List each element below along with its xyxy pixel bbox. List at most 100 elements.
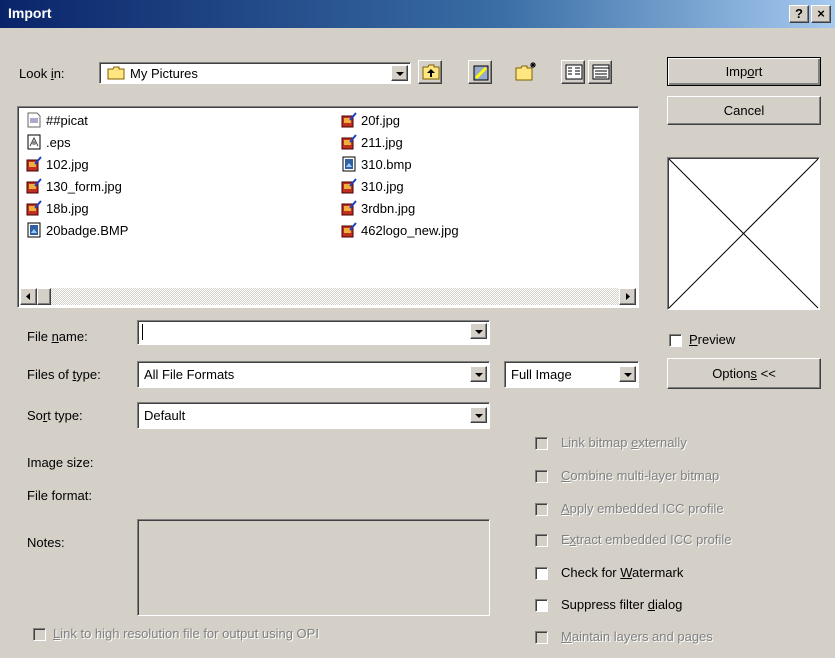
file-column-2: 20f.jpg 211.jpg 310.bmp 310.jpg 3rdbn.jpg 462… <box>341 109 459 241</box>
option-checkbox[interactable] <box>535 437 548 450</box>
cancel-button[interactable]: Cancel <box>667 96 821 125</box>
file-name-label: File name: <box>27 329 88 344</box>
opi-link-label: Link to high resolution file for output … <box>53 626 319 641</box>
file-name: 102.jpg <box>46 156 89 172</box>
file-item[interactable]: 20badge.BMP <box>26 219 128 241</box>
file-item[interactable]: 310.jpg <box>341 175 459 197</box>
up-one-level-button[interactable] <box>418 60 442 84</box>
help-button[interactable]: ? <box>789 5 809 23</box>
file-item[interactable]: 130_form.jpg <box>26 175 128 197</box>
file-item[interactable]: 3rdbn.jpg <box>341 197 459 219</box>
option-label: Suppress filter dialog <box>561 597 683 612</box>
details-view-button[interactable] <box>588 60 612 84</box>
option-checkbox[interactable] <box>535 631 548 644</box>
file-name: 18b.jpg <box>46 200 89 216</box>
file-item[interactable]: 20f.jpg <box>341 109 459 131</box>
file-name: 211.jpg <box>361 134 403 150</box>
sort-type-value: Default <box>144 408 186 423</box>
scroll-right-button[interactable] <box>619 288 636 305</box>
look-in-label: Look in: <box>19 66 65 81</box>
option-label: Apply embedded ICC profile <box>561 501 724 516</box>
option-label: Combine multi-layer bitmap <box>561 468 720 483</box>
import-button[interactable]: Import <box>667 57 821 86</box>
file-item[interactable]: 310.bmp <box>341 153 459 175</box>
file-item[interactable]: 462logo_new.jpg <box>341 219 459 241</box>
up-folder-icon <box>422 64 440 80</box>
option-label: Link bitmap externally <box>561 435 687 450</box>
close-button[interactable]: × <box>811 5 831 23</box>
file-name: ##picat <box>46 112 88 128</box>
option-checkbox[interactable] <box>535 470 548 483</box>
file-name: .eps <box>46 134 71 150</box>
bmp-file-icon <box>341 156 357 172</box>
folder-icon <box>107 66 125 83</box>
chevron-down-icon[interactable] <box>470 366 487 382</box>
no-preview-icon <box>668 158 819 309</box>
chevron-down-icon[interactable] <box>391 65 408 81</box>
files-of-type-label: Files of type: <box>27 367 101 382</box>
jpg-file-icon <box>341 222 357 238</box>
list-view-icon <box>565 64 583 80</box>
file-name: 20f.jpg <box>361 112 401 128</box>
file-item[interactable]: 102.jpg <box>26 153 128 175</box>
options-button[interactable]: Options << <box>667 358 821 389</box>
look-in-value: My Pictures <box>130 66 198 81</box>
chevron-down-icon[interactable] <box>470 323 487 339</box>
file-name: 310.jpg <box>361 178 404 194</box>
files-of-type-dropdown[interactable]: All File Formats <box>137 361 490 388</box>
eps-file-icon <box>26 134 42 150</box>
file-item[interactable]: 211.jpg <box>341 131 459 153</box>
new-folder-icon <box>515 62 536 81</box>
notes-box <box>137 519 490 616</box>
opi-link-checkbox[interactable] <box>33 628 46 641</box>
option-checkbox[interactable] <box>535 534 548 547</box>
option-label: Extract embedded ICC profile <box>561 532 732 547</box>
window-title: Import <box>8 5 52 21</box>
file-name: 3rdbn.jpg <box>361 200 416 216</box>
horizontal-scrollbar[interactable] <box>20 288 636 305</box>
file-item[interactable]: .eps <box>26 131 128 153</box>
sort-type-label: Sort type: <box>27 408 83 423</box>
option-checkbox[interactable] <box>535 503 548 516</box>
arrow-left-icon <box>26 293 30 300</box>
file-item[interactable]: 18b.jpg <box>26 197 128 219</box>
preview-checkbox[interactable] <box>669 334 682 347</box>
jpg-file-icon <box>341 134 357 150</box>
import-dialog: Import ? × Look in: My Pictures Import C… <box>0 0 835 658</box>
preview-pane <box>667 157 820 310</box>
file-list[interactable]: ##picat .eps 102.jpg 130_form.jpg 18b.jpg 20b… <box>17 106 639 308</box>
generic-file-icon <box>26 112 42 128</box>
jpg-file-icon <box>341 178 357 194</box>
chevron-down-icon[interactable] <box>470 407 487 423</box>
option-label: Check for Watermark <box>561 565 684 580</box>
text-cursor <box>142 324 143 340</box>
new-folder-button[interactable] <box>512 58 536 82</box>
file-name: 310.bmp <box>361 156 412 172</box>
file-name-input[interactable] <box>137 320 490 345</box>
image-mode-value: Full Image <box>511 367 572 382</box>
scroll-left-button[interactable] <box>20 288 37 305</box>
option-checkbox[interactable] <box>535 599 548 612</box>
file-format-label: File format: <box>27 488 93 503</box>
jpg-file-icon <box>341 112 357 128</box>
files-of-type-value: All File Formats <box>144 367 235 382</box>
list-view-button[interactable] <box>561 60 585 84</box>
jpg-file-icon <box>26 200 42 216</box>
jpg-file-icon <box>341 200 357 216</box>
image-mode-dropdown[interactable]: Full Image <box>504 361 639 388</box>
jpg-file-icon <box>26 156 42 172</box>
explore-icon <box>473 65 489 81</box>
option-checkbox[interactable] <box>535 567 548 580</box>
sort-type-dropdown[interactable]: Default <box>137 402 490 429</box>
title-bar: Import ? × <box>0 0 835 28</box>
bmp-file-icon <box>26 222 42 238</box>
file-name: 20badge.BMP <box>46 222 129 238</box>
explore-button[interactable] <box>468 60 492 84</box>
file-name: 462logo_new.jpg <box>361 222 459 238</box>
image-size-label: Image size: <box>27 455 94 470</box>
notes-label: Notes: <box>27 535 65 550</box>
file-item[interactable]: ##picat <box>26 109 128 131</box>
scrollbar-thumb[interactable] <box>37 288 51 305</box>
chevron-down-icon[interactable] <box>619 366 636 382</box>
look-in-dropdown[interactable]: My Pictures <box>99 62 411 84</box>
